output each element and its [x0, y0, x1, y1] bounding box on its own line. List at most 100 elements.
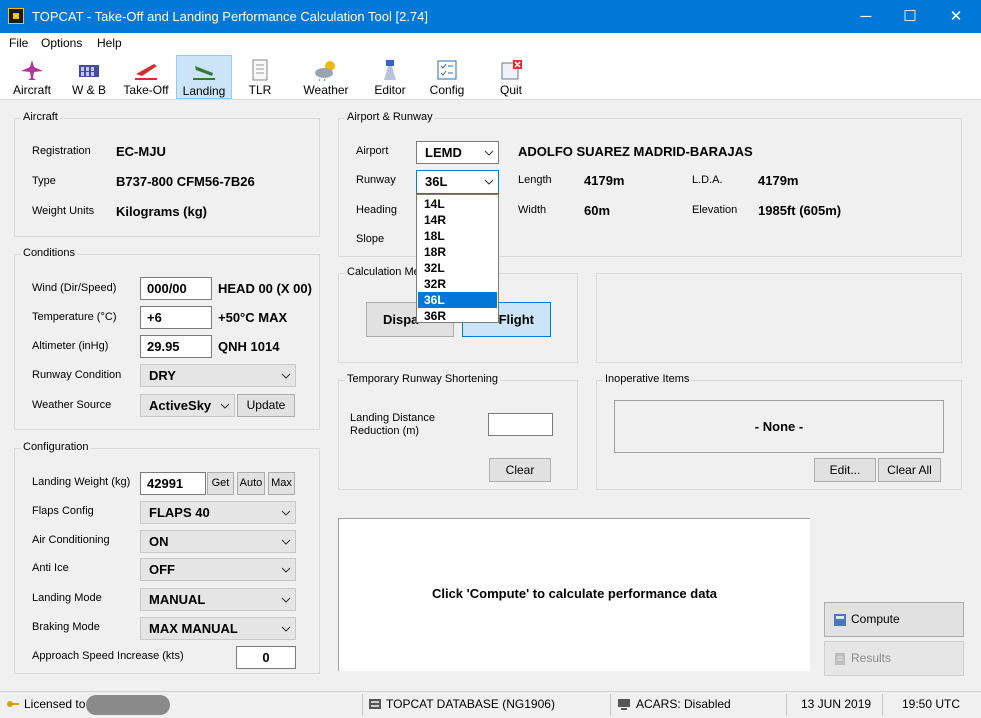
close-button[interactable]: ✕: [933, 0, 979, 33]
runway-option[interactable]: 32R: [418, 276, 497, 292]
slope-label: Slope: [356, 233, 385, 245]
compute-button[interactable]: Compute: [824, 602, 964, 637]
weight-units-label: Weight Units: [32, 205, 95, 217]
toolbar-quit-button[interactable]: Quit: [488, 55, 534, 99]
menu-help[interactable]: Help: [97, 36, 122, 50]
title-bar: TOPCAT - Take-Off and Landing Performanc…: [0, 0, 981, 33]
anti-ice-value: OFF: [149, 562, 175, 577]
toolbar-landing-label: Landing: [182, 84, 226, 98]
airport-runway-group-title: Airport & Runway: [345, 111, 435, 123]
runway-option[interactable]: 18R: [418, 244, 497, 260]
airport-label: Airport: [356, 145, 389, 157]
toolbar-tlr-label: TLR: [248, 83, 272, 97]
update-button[interactable]: Update: [237, 394, 295, 417]
app-icon: [8, 8, 24, 24]
toolbar-tlr-button[interactable]: TLR: [236, 55, 284, 99]
toolbar-landing-button[interactable]: Landing: [176, 55, 232, 99]
flaps-select[interactable]: FLAPS 40: [140, 501, 296, 524]
edit-inoperative-button[interactable]: Edit...: [814, 458, 876, 482]
runway-condition-label: Runway Condition: [32, 369, 122, 381]
runway-value: 36L: [425, 174, 448, 189]
auto-weight-button[interactable]: Auto: [237, 472, 265, 495]
temperature-input[interactable]: +6: [140, 306, 212, 329]
air-conditioning-label: Air Conditioning: [32, 534, 110, 546]
toolbar-wb-button[interactable]: W & B: [64, 55, 114, 99]
temperature-label: Temperature (°C): [32, 311, 117, 323]
key-icon: [7, 701, 19, 707]
runway-option[interactable]: 36R: [418, 308, 497, 324]
landing-mode-select[interactable]: MANUAL: [140, 588, 296, 611]
config-icon: [437, 60, 457, 80]
get-weight-button[interactable]: Get: [207, 472, 234, 495]
weight-balance-icon: [79, 65, 99, 77]
chevron-down-icon: [220, 403, 230, 409]
runway-option[interactable]: 36L: [418, 292, 497, 308]
aircraft-group-title: Aircraft: [21, 111, 60, 123]
calculator-icon: [834, 614, 846, 626]
toolbar-takeoff-button[interactable]: Take-Off: [120, 55, 172, 99]
toolbar-weather-button[interactable]: Weather: [298, 55, 354, 99]
length-label: Length: [518, 174, 552, 186]
runway-condition-value: DRY: [149, 368, 176, 383]
landing-weight-label: Landing Weight (kg): [32, 476, 131, 488]
landing-icon: [193, 66, 215, 80]
width-value: 60m: [584, 203, 611, 218]
inoperative-items-list[interactable]: - None -: [614, 400, 944, 453]
wind-input[interactable]: 000/00: [140, 277, 212, 300]
weather-source-select[interactable]: ActiveSky: [140, 394, 235, 417]
maximize-button[interactable]: ☐: [887, 0, 933, 33]
redacted-name: [86, 695, 170, 715]
toolbar-takeoff-label: Take-Off: [123, 83, 169, 97]
results-panel: Click 'Compute' to calculate performance…: [338, 518, 810, 671]
status-separator: [362, 694, 363, 716]
max-weight-button[interactable]: Max: [268, 472, 295, 495]
chevron-down-icon: [281, 597, 291, 603]
airport-select[interactable]: LEMD: [416, 141, 499, 164]
menu-options[interactable]: Options: [41, 36, 82, 50]
toolbar-config-button[interactable]: Config: [422, 55, 472, 99]
calculation-method-group-title: Calculation Me: [345, 266, 422, 278]
clear-shortening-button[interactable]: Clear: [489, 458, 551, 482]
runway-option[interactable]: 18L: [418, 228, 497, 244]
runway-dropdown-list[interactable]: 14L 14R 18L 18R 32L 32R 36L 36R: [416, 194, 499, 323]
info-panel: [596, 273, 962, 363]
menu-file[interactable]: File: [9, 36, 28, 50]
chevron-down-icon: [281, 373, 291, 379]
clear-all-inoperative-button[interactable]: Clear All: [878, 458, 941, 482]
braking-mode-label: Braking Mode: [32, 621, 100, 633]
distance-reduction-label: Landing Distance: [350, 412, 436, 424]
runway-option[interactable]: 14L: [418, 196, 497, 212]
approach-speed-input[interactable]: 0: [236, 646, 296, 669]
toolbar-editor-label: Editor: [374, 83, 406, 97]
air-conditioning-select[interactable]: ON: [140, 530, 296, 553]
results-button-label: Results: [851, 651, 892, 665]
lda-value: 4179m: [758, 173, 799, 188]
runway-option[interactable]: 32L: [418, 260, 497, 276]
results-icon: [835, 653, 845, 665]
altimeter-input[interactable]: 29.95: [140, 335, 212, 358]
runway-option[interactable]: 14R: [418, 212, 497, 228]
toolbar-aircraft-label: Aircraft: [12, 83, 51, 97]
anti-ice-select[interactable]: OFF: [140, 558, 296, 581]
approach-speed-label: Approach Speed Increase (kts): [32, 650, 184, 662]
weight-units-value: Kilograms (kg): [116, 204, 208, 219]
weather-source-value: ActiveSky: [149, 398, 212, 413]
altimeter-info: QNH 1014: [218, 339, 280, 354]
compute-button-label: Compute: [851, 612, 900, 626]
results-button[interactable]: Results: [824, 641, 964, 676]
runway-select[interactable]: 36L: [416, 170, 499, 194]
type-label: Type: [32, 175, 56, 187]
braking-mode-select[interactable]: MAX MANUAL: [140, 617, 296, 640]
toolbar-editor-button[interactable]: Editor: [366, 55, 414, 99]
distance-reduction-input[interactable]: [488, 413, 553, 436]
database-icon: [369, 699, 381, 709]
license-text: Licensed to: [24, 697, 86, 711]
status-separator: [882, 694, 883, 716]
runway-condition-select[interactable]: DRY: [140, 364, 296, 387]
type-value: B737-800 CFM56-7B26: [116, 174, 255, 189]
landing-weight-input[interactable]: 42991: [140, 472, 206, 495]
minimize-button[interactable]: ─: [843, 0, 889, 33]
airport-value: LEMD: [425, 145, 462, 160]
chevron-down-icon: [281, 539, 291, 545]
toolbar-aircraft-button[interactable]: Aircraft: [6, 55, 58, 99]
